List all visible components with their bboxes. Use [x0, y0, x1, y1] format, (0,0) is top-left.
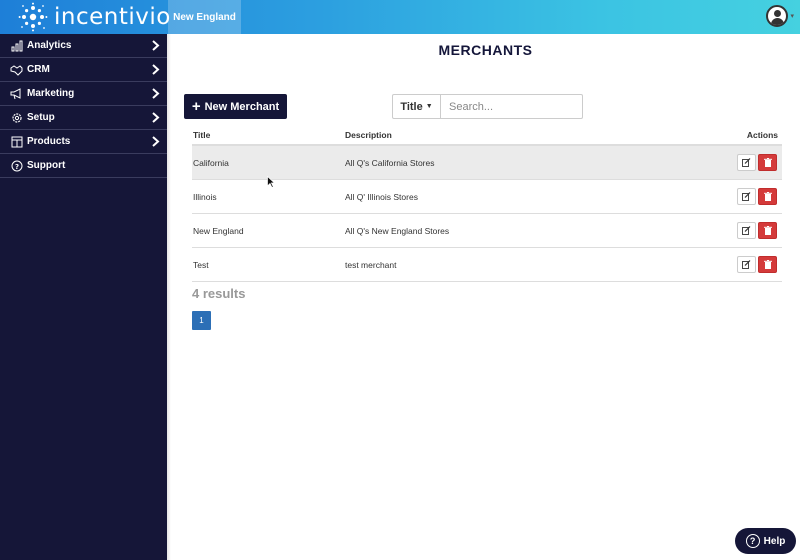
- top-header: incentivio New England ▾: [0, 0, 800, 34]
- delete-button[interactable]: [758, 222, 777, 239]
- search-input[interactable]: [441, 94, 583, 119]
- user-avatar-icon[interactable]: [766, 5, 789, 27]
- results-count: 4 results: [192, 286, 246, 301]
- delete-button[interactable]: [758, 188, 777, 205]
- edit-button[interactable]: [737, 256, 756, 273]
- pagination-page-button[interactable]: 1: [192, 311, 211, 330]
- merchant-title: California: [193, 158, 229, 168]
- edit-icon: [742, 158, 751, 167]
- trash-icon: [763, 158, 772, 167]
- edit-icon: [742, 226, 751, 235]
- filter-field-dropdown[interactable]: Title ▼: [392, 94, 441, 119]
- sidebar-shadow: [167, 34, 171, 560]
- caret-down-icon: ▼: [425, 103, 433, 110]
- merchant-title: New England: [193, 226, 244, 236]
- table-header: Title Description Actions: [192, 127, 782, 146]
- delete-button[interactable]: [758, 256, 777, 273]
- sidebar: Analytics CRM Marketing Setup Products ?: [0, 34, 167, 560]
- merchant-description: test merchant: [345, 260, 397, 270]
- table-row[interactable]: Test test merchant: [192, 248, 782, 282]
- sidebar-item-setup[interactable]: Setup: [0, 106, 167, 130]
- sidebar-item-label: Support: [27, 160, 66, 171]
- merchant-title: Illinois: [193, 192, 217, 202]
- region-tab[interactable]: New England: [168, 0, 241, 34]
- incentivio-logo[interactable]: incentivio: [18, 2, 171, 32]
- merchant-title: Test: [193, 260, 209, 270]
- sidebar-item-label: Setup: [27, 112, 55, 123]
- column-header-actions: Actions: [746, 130, 778, 140]
- chevron-right-icon: [152, 112, 160, 123]
- edit-button[interactable]: [737, 188, 756, 205]
- table-row[interactable]: California All Q's California Stores: [192, 146, 782, 180]
- handshake-icon: [10, 63, 23, 76]
- logo-text: incentivio: [54, 4, 171, 30]
- mouse-cursor-icon: [267, 176, 275, 188]
- chevron-right-icon: [152, 136, 160, 147]
- edit-icon: [742, 260, 751, 269]
- bar-chart-icon: [10, 39, 23, 52]
- delete-button[interactable]: [758, 154, 777, 171]
- trash-icon: [763, 260, 772, 269]
- sidebar-item-support[interactable]: ? Support: [0, 154, 167, 178]
- column-header-title: Title: [193, 130, 211, 140]
- table-row[interactable]: Illinois All Q' Illinois Stores: [192, 180, 782, 214]
- svg-text:?: ?: [14, 163, 18, 171]
- column-header-description: Description: [345, 130, 392, 140]
- trash-icon: [763, 192, 772, 201]
- megaphone-icon: [10, 87, 23, 100]
- user-menu[interactable]: ▾: [766, 5, 794, 27]
- edit-button[interactable]: [737, 154, 756, 171]
- gear-icon: [10, 111, 23, 124]
- plus-icon: +: [191, 98, 201, 115]
- chevron-right-icon: [152, 64, 160, 75]
- chevron-right-icon: [152, 40, 160, 51]
- sidebar-item-label: Marketing: [27, 88, 75, 99]
- sidebar-item-label: CRM: [27, 64, 50, 75]
- edit-icon: [742, 192, 751, 201]
- new-merchant-button[interactable]: + New Merchant: [184, 94, 287, 119]
- help-label: Help: [763, 535, 786, 547]
- sidebar-item-label: Products: [27, 136, 71, 147]
- merchant-description: All Q' Illinois Stores: [345, 192, 418, 202]
- search-group: Title ▼: [392, 94, 583, 119]
- filter-field-label: Title: [400, 100, 423, 113]
- sidebar-item-crm[interactable]: CRM: [0, 58, 167, 82]
- edit-button[interactable]: [737, 222, 756, 239]
- merchants-table: Title Description Actions California All…: [192, 127, 782, 282]
- sidebar-item-label: Analytics: [27, 40, 72, 51]
- new-merchant-label: New Merchant: [204, 100, 280, 113]
- help-button[interactable]: ? Help: [735, 528, 796, 554]
- menu-board-icon: [10, 135, 23, 148]
- table-row[interactable]: New England All Q's New England Stores: [192, 214, 782, 248]
- trash-icon: [763, 226, 772, 235]
- page-title: MERCHANTS: [438, 42, 533, 58]
- merchant-description: All Q's New England Stores: [345, 226, 450, 236]
- question-circle-icon: ?: [745, 534, 760, 548]
- chevron-right-icon: [152, 88, 160, 99]
- logo-dots-icon: [18, 2, 48, 32]
- sidebar-item-marketing[interactable]: Marketing: [0, 82, 167, 106]
- sidebar-item-analytics[interactable]: Analytics: [0, 34, 167, 58]
- merchant-description: All Q's California Stores: [345, 158, 435, 168]
- caret-down-icon: ▾: [790, 13, 794, 20]
- sidebar-item-products[interactable]: Products: [0, 130, 167, 154]
- question-circle-icon: ?: [10, 159, 23, 172]
